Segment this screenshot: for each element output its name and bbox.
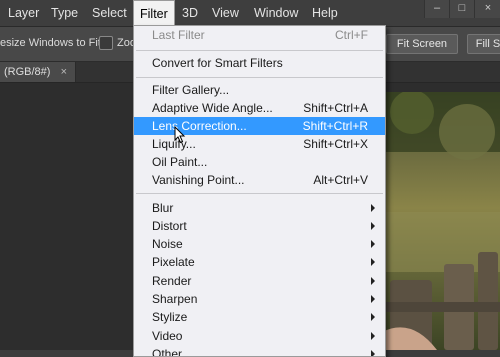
- filter-gallery-label: Filter Gallery...: [152, 83, 230, 97]
- menu-filter[interactable]: Filter: [133, 0, 175, 26]
- menu-item-oil-paint[interactable]: Oil Paint...: [134, 153, 385, 171]
- submenu-arrow-icon: [371, 295, 375, 303]
- last-filter-shortcut: Ctrl+F: [335, 28, 368, 42]
- submenu-arrow-icon: [371, 277, 375, 285]
- menu-item-render[interactable]: Render: [134, 272, 385, 290]
- menu-type[interactable]: Type: [45, 0, 84, 26]
- submenu-arrow-icon: [371, 204, 375, 212]
- menu-item-adaptive-wide-angle[interactable]: Adaptive Wide Angle... Shift+Ctrl+A: [134, 99, 385, 117]
- menu-item-video[interactable]: Video: [134, 327, 385, 345]
- submenu-arrow-icon: [371, 222, 375, 230]
- video-label: Video: [152, 329, 183, 343]
- maximize-icon[interactable]: □: [449, 0, 474, 18]
- submenu-arrow-icon: [371, 258, 375, 266]
- close-tab-icon[interactable]: ×: [61, 62, 67, 82]
- menu-separator: [136, 77, 383, 78]
- noise-label: Noise: [152, 237, 183, 251]
- render-label: Render: [152, 274, 192, 288]
- stylize-label: Stylize: [152, 310, 188, 324]
- menu-item-convert-smart-filters[interactable]: Convert for Smart Filters: [134, 54, 385, 72]
- adaptive-wide-angle-label: Adaptive Wide Angle...: [152, 101, 273, 115]
- fill-screen-button[interactable]: Fill S: [467, 34, 500, 54]
- distort-label: Distort: [152, 219, 187, 233]
- menu-help[interactable]: Help: [306, 0, 344, 26]
- zoom-all-checkbox[interactable]: [99, 36, 113, 50]
- menu-select[interactable]: Select: [86, 0, 133, 26]
- oil-paint-label: Oil Paint...: [152, 155, 208, 169]
- photo-scene: [382, 92, 500, 350]
- last-filter-label: Last Filter: [152, 28, 205, 42]
- adaptive-wide-angle-shortcut: Shift+Ctrl+A: [303, 101, 368, 115]
- lens-correction-label: Lens Correction...: [152, 119, 247, 133]
- document-tab-title: (RGB/8#): [4, 66, 51, 78]
- submenu-arrow-icon: [371, 313, 375, 321]
- menu-item-lens-correction[interactable]: Lens Correction... Shift+Ctrl+R: [134, 117, 385, 135]
- submenu-arrow-icon: [371, 240, 375, 248]
- sharpen-label: Sharpen: [152, 292, 198, 306]
- fit-screen-button[interactable]: Fit Screen: [386, 34, 458, 54]
- menu-3d[interactable]: 3D: [176, 0, 204, 26]
- submenu-arrow-icon: [371, 350, 375, 356]
- filter-menu: Last Filter Ctrl+F Convert for Smart Fil…: [133, 25, 386, 357]
- menu-separator: [136, 193, 383, 194]
- document-image[interactable]: [382, 92, 500, 350]
- menu-bar: Layer Type Select Filter 3D View Window …: [0, 0, 500, 27]
- menu-item-distort[interactable]: Distort: [134, 217, 385, 235]
- minimize-icon[interactable]: –: [424, 0, 449, 18]
- other-label: Other: [152, 347, 183, 356]
- blur-label: Blur: [152, 201, 174, 215]
- menu-window[interactable]: Window: [248, 0, 304, 26]
- menu-item-liquify[interactable]: Liquify... Shift+Ctrl+X: [134, 135, 385, 153]
- liquify-shortcut: Shift+Ctrl+X: [303, 137, 368, 151]
- menu-item-blur[interactable]: Blur: [134, 199, 385, 217]
- menu-item-vanishing-point[interactable]: Vanishing Point... Alt+Ctrl+V: [134, 171, 385, 189]
- menu-item-last-filter[interactable]: Last Filter Ctrl+F: [134, 26, 385, 44]
- menu-view[interactable]: View: [206, 0, 245, 26]
- menu-item-pixelate[interactable]: Pixelate: [134, 253, 385, 271]
- menu-item-noise[interactable]: Noise: [134, 235, 385, 253]
- mouse-cursor-icon: [174, 126, 186, 144]
- document-tab[interactable]: (RGB/8#) ×: [0, 62, 76, 82]
- menu-layer[interactable]: Layer: [2, 0, 45, 26]
- lens-correction-shortcut: Shift+Ctrl+R: [302, 119, 368, 133]
- menu-item-other[interactable]: Other: [134, 345, 385, 356]
- vanishing-point-shortcut: Alt+Ctrl+V: [313, 173, 368, 187]
- menu-item-stylize[interactable]: Stylize: [134, 308, 385, 326]
- menu-item-sharpen[interactable]: Sharpen: [134, 290, 385, 308]
- menu-separator: [136, 50, 383, 51]
- menu-item-filter-gallery[interactable]: Filter Gallery...: [134, 81, 385, 99]
- close-window-icon[interactable]: ×: [474, 0, 500, 18]
- resize-windows-label: esize Windows to Fit: [0, 37, 101, 49]
- pixelate-label: Pixelate: [152, 255, 195, 269]
- vanishing-point-label: Vanishing Point...: [152, 173, 245, 187]
- submenu-arrow-icon: [371, 332, 375, 340]
- convert-smart-filters-label: Convert for Smart Filters: [152, 56, 283, 70]
